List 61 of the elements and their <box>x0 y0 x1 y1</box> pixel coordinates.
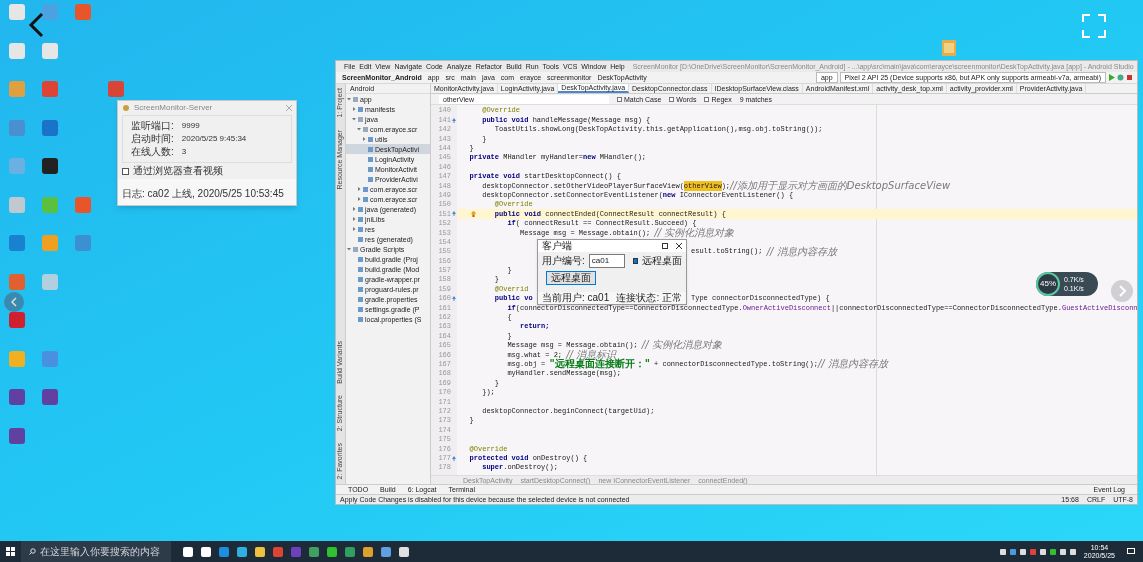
code-comment: // 消息内容存放 <box>817 359 888 370</box>
app-icon <box>122 104 130 112</box>
code-comment: // 实例化消息对象 <box>654 227 735 238</box>
maximize-icon[interactable] <box>662 243 668 249</box>
status-text: 当前用户: ca01 <box>542 293 610 303</box>
window-title: ScreenMonitor-Server <box>134 102 213 114</box>
app-icon[interactable] <box>8 427 25 444</box>
expand-arrow-icon[interactable] <box>352 107 356 111</box>
code-comment: // 消息内容存放 <box>766 246 837 257</box>
field-value: 9999 <box>181 120 200 132</box>
field-value: 3 <box>181 146 187 158</box>
field-label: 在线人数: <box>131 146 174 158</box>
expand-arrow-icon[interactable] <box>347 97 351 101</box>
status-text: 连接状态: 正常 <box>616 293 682 303</box>
user-id-field[interactable]: ca01 <box>588 254 625 268</box>
debug-icon[interactable] <box>1117 74 1124 81</box>
app-icon[interactable] <box>41 389 58 405</box>
code-comment: // 消息标识 <box>566 349 617 360</box>
taskbar-app-icon[interactable] <box>363 546 373 557</box>
checkbox[interactable] <box>669 96 675 102</box>
field-label: 启动时间: <box>131 133 174 145</box>
expand-arrow-icon[interactable] <box>352 217 356 221</box>
stop-icon[interactable] <box>1126 74 1133 81</box>
app-icon[interactable] <box>8 389 25 405</box>
field-label: 监听端口: <box>131 120 174 132</box>
taskbar-search-field[interactable]: 在这里输入你要搜索的内容 <box>21 541 171 562</box>
expand-arrow-icon[interactable] <box>352 227 356 231</box>
expand-arrow-icon[interactable] <box>352 207 356 211</box>
search-icon <box>29 548 36 555</box>
expand-arrow-icon[interactable] <box>362 137 366 141</box>
taskbar-app-icon[interactable] <box>201 546 211 557</box>
code-string: "远程桌面连接断开：" <box>549 359 650 370</box>
checkbox-label: 远程桌面 <box>642 256 682 266</box>
taskbar-app-icon[interactable] <box>183 546 193 557</box>
close-icon[interactable] <box>676 243 682 249</box>
taskbar-app-icon[interactable] <box>237 546 247 557</box>
code-comment: // 实例化消息对象 <box>641 340 722 351</box>
expand-arrow-icon[interactable] <box>357 187 361 191</box>
expand-arrow-icon[interactable] <box>357 197 361 201</box>
app-icon[interactable] <box>41 158 58 174</box>
expand-arrow-icon[interactable] <box>352 117 356 121</box>
run-icon[interactable] <box>1108 74 1115 81</box>
taskbar-app-icon[interactable] <box>327 546 337 557</box>
code-comment: //添加用于显示对方画面的DesktopSurfaceView <box>730 180 951 191</box>
taskbar-app-icon[interactable] <box>255 546 265 557</box>
checkbox[interactable] <box>632 258 638 264</box>
notification-icon[interactable] <box>1127 548 1135 555</box>
checkbox[interactable] <box>704 96 710 102</box>
log-line: 日志: ca02 上线, 2020/5/25 10:53:45 <box>122 188 284 199</box>
windows-start-icon[interactable] <box>6 547 15 556</box>
checkbox[interactable] <box>122 167 129 175</box>
field-value: 2020/5/25 9:45:34 <box>181 133 247 145</box>
remote-desktop-button[interactable]: 远程桌面 <box>546 271 596 285</box>
field-label: 用户编号: <box>542 256 585 266</box>
expand-arrow-icon[interactable] <box>357 127 361 131</box>
dialog-title: 客户端 <box>542 241 572 251</box>
checkbox-label: 通过浏览器查看视频 <box>133 165 223 177</box>
checkbox[interactable] <box>617 96 622 102</box>
expand-arrow-icon[interactable] <box>347 247 351 251</box>
taskbar-app-icon[interactable] <box>399 546 409 557</box>
percent-gauge: 45% <box>1036 272 1060 296</box>
